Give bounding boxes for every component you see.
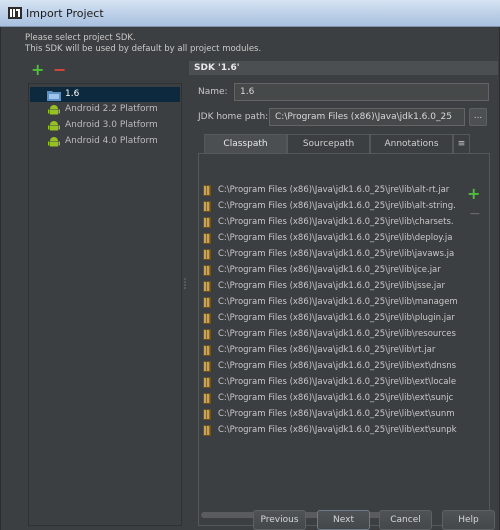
classpath-entry: C:\Program Files (x86)\Java\jdk1.6.0_25\… <box>218 185 450 195</box>
jar-icon <box>203 345 211 356</box>
jar-icon <box>203 361 211 372</box>
jar-icon <box>203 297 211 308</box>
classpath-row[interactable]: C:\Program Files (x86)\Java\jdk1.6.0_25\… <box>201 214 464 230</box>
sdk-list[interactable]: 1.6 Android 2.2 Platform Android 3.0 Pla… <box>28 83 182 526</box>
classpath-panel: C:\Program Files (x86)\Java\jdk1.6.0_25\… <box>198 153 490 526</box>
classpath-entry: C:\Program Files (x86)\Java\jdk1.6.0_25\… <box>218 281 445 291</box>
jar-icon <box>203 185 211 196</box>
tabs-overflow-icon[interactable]: ≡ <box>453 134 470 153</box>
remove-sdk-icon[interactable]: − <box>53 62 66 78</box>
window-title: Import Project <box>26 7 104 20</box>
tab-sourcepath[interactable]: Sourcepath <box>287 134 370 153</box>
jar-icon <box>203 377 211 388</box>
sdk-label: 1.6 <box>65 89 80 99</box>
classpath-row[interactable]: C:\Program Files (x86)\Java\jdk1.6.0_25\… <box>201 326 464 342</box>
classpath-entry: C:\Program Files (x86)\Java\jdk1.6.0_25\… <box>218 393 454 403</box>
browse-button[interactable]: ... <box>469 108 487 126</box>
classpath-row[interactable]: C:\Program Files (x86)\Java\jdk1.6.0_25\… <box>201 342 464 358</box>
classpath-row[interactable]: C:\Program Files (x86)\Java\jdk1.6.0_25\… <box>201 198 464 214</box>
classpath-entry: C:\Program Files (x86)\Java\jdk1.6.0_25\… <box>218 217 454 227</box>
classpath-row[interactable]: C:\Program Files (x86)\Java\jdk1.6.0_25\… <box>201 278 464 294</box>
jar-icon <box>203 265 211 276</box>
classpath-entry: C:\Program Files (x86)\Java\jdk1.6.0_25\… <box>218 233 453 243</box>
classpath-row[interactable]: C:\Program Files (x86)\Java\jdk1.6.0_25\… <box>201 390 464 406</box>
add-sdk-icon[interactable]: + <box>31 62 44 78</box>
classpath-row[interactable]: C:\Program Files (x86)\Java\jdk1.6.0_25\… <box>201 230 464 246</box>
title-bar: Import Project <box>0 0 500 27</box>
cancel-button[interactable]: Cancel <box>379 510 432 530</box>
jar-icon <box>203 217 211 228</box>
classpath-entry: C:\Program Files (x86)\Java\jdk1.6.0_25\… <box>218 313 455 323</box>
classpath-row[interactable]: C:\Program Files (x86)\Java\jdk1.6.0_25\… <box>201 182 464 198</box>
jar-icon <box>203 313 211 324</box>
jar-icon <box>203 409 211 420</box>
add-path-icon[interactable]: + <box>467 186 480 202</box>
help-button[interactable]: Help <box>442 510 495 530</box>
classpath-entry: C:\Program Files (x86)\Java\jdk1.6.0_25\… <box>218 361 457 371</box>
sdk-list-item-android-4.0[interactable]: Android 4.0 Platform <box>30 134 180 149</box>
jar-icon <box>203 425 211 436</box>
classpath-entry: C:\Program Files (x86)\Java\jdk1.6.0_25\… <box>218 201 456 211</box>
jar-icon <box>203 393 211 404</box>
jar-icon <box>203 329 211 340</box>
classpath-row[interactable]: C:\Program Files (x86)\Java\jdk1.6.0_25\… <box>201 310 464 326</box>
tab-annotations[interactable]: Annotations <box>370 134 453 153</box>
jar-icon <box>203 249 211 260</box>
classpath-entry: C:\Program Files (x86)\Java\jdk1.6.0_25\… <box>218 329 456 339</box>
android-icon <box>48 137 60 147</box>
intellij-app-icon <box>8 7 22 19</box>
sdk-label: Android 2.2 Platform <box>65 104 158 114</box>
classpath-row[interactable]: C:\Program Files (x86)\Java\jdk1.6.0_25\… <box>201 422 464 438</box>
classpath-entry: C:\Program Files (x86)\Java\jdk1.6.0_25\… <box>218 249 455 259</box>
classpath-row[interactable]: C:\Program Files (x86)\Java\jdk1.6.0_25\… <box>201 262 464 278</box>
name-label: Name: <box>198 87 228 97</box>
jdk-home-path-label: JDK home path: <box>198 112 269 122</box>
jar-icon <box>203 233 211 244</box>
android-icon <box>48 121 60 131</box>
sdk-label: Android 4.0 Platform <box>65 136 158 146</box>
classpath-row[interactable]: C:\Program Files (x86)\Java\jdk1.6.0_25\… <box>201 294 464 310</box>
classpath-entry: C:\Program Files (x86)\Java\jdk1.6.0_25\… <box>218 345 436 355</box>
jdk-folder-icon <box>47 91 61 101</box>
sdk-label: Android 3.0 Platform <box>65 120 158 130</box>
dialog-body: Please select project SDK. This SDK will… <box>0 27 500 530</box>
jar-icon <box>203 201 211 212</box>
tab-classpath[interactable]: Classpath <box>204 134 287 153</box>
classpath-row[interactable]: C:\Program Files (x86)\Java\jdk1.6.0_25\… <box>201 406 464 422</box>
classpath-row[interactable]: C:\Program Files (x86)\Java\jdk1.6.0_25\… <box>201 374 464 390</box>
remove-path-icon[interactable]: − <box>469 207 481 221</box>
sdk-list-item-android-3.0[interactable]: Android 3.0 Platform <box>30 118 180 133</box>
previous-button[interactable]: Previous <box>253 510 306 530</box>
android-icon <box>48 105 60 115</box>
classpath-entry: C:\Program Files (x86)\Java\jdk1.6.0_25\… <box>218 297 458 307</box>
instruction-subtext: This SDK will be used by default by all … <box>25 44 262 54</box>
splitter-grip-icon[interactable] <box>183 277 187 289</box>
classpath-entry: C:\Program Files (x86)\Java\jdk1.6.0_25\… <box>218 409 455 419</box>
classpath-entry: C:\Program Files (x86)\Java\jdk1.6.0_25\… <box>218 425 457 435</box>
classpath-list[interactable]: C:\Program Files (x86)\Java\jdk1.6.0_25\… <box>201 182 464 522</box>
sdk-detail-header: SDK '1.6' <box>189 61 498 75</box>
instruction-text: Please select project SDK. <box>25 33 136 43</box>
classpath-row[interactable]: C:\Program Files (x86)\Java\jdk1.6.0_25\… <box>201 246 464 262</box>
jdk-home-path-field[interactable]: C:\Program Files (x86)\Java\jdk1.6.0_25 <box>269 108 465 126</box>
classpath-entry: C:\Program Files (x86)\Java\jdk1.6.0_25\… <box>218 265 441 275</box>
sdk-list-item-android-2.2[interactable]: Android 2.2 Platform <box>30 102 180 117</box>
sdk-list-item-1.6[interactable]: 1.6 <box>30 87 180 102</box>
jar-icon <box>203 281 211 292</box>
classpath-row[interactable]: C:\Program Files (x86)\Java\jdk1.6.0_25\… <box>201 358 464 374</box>
sdk-name-field[interactable]: 1.6 <box>234 83 489 101</box>
next-button[interactable]: Next <box>317 510 370 530</box>
classpath-entry: C:\Program Files (x86)\Java\jdk1.6.0_25\… <box>218 377 457 387</box>
